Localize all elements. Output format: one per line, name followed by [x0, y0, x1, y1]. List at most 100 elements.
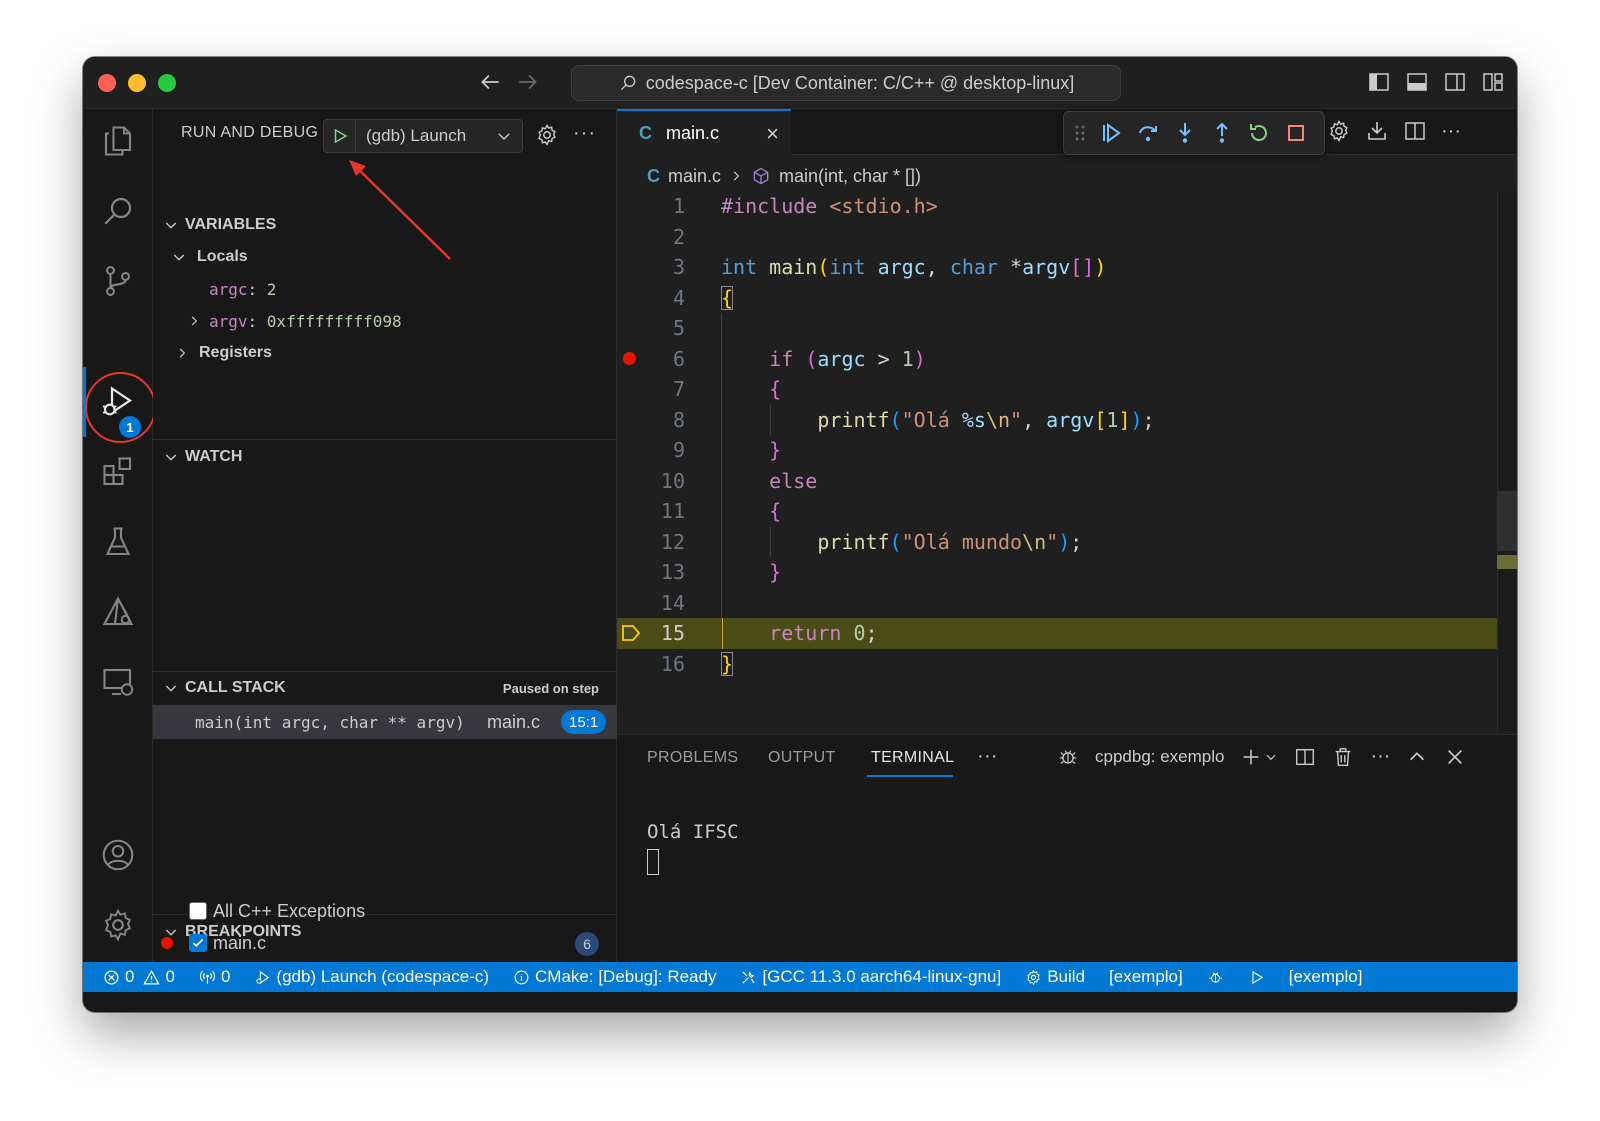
back-arrow-icon[interactable]	[477, 69, 503, 95]
split-terminal-icon[interactable]	[1294, 746, 1316, 768]
call-stack-section-header[interactable]: CALL STACK Paused on step	[153, 673, 617, 703]
breakpoint-dot-icon[interactable]	[623, 352, 636, 366]
breadcrumb-symbol[interactable]: main(int, char * [])	[779, 166, 921, 187]
drag-handle-icon[interactable]	[1074, 121, 1086, 145]
scrollbar-thumb[interactable]	[1497, 491, 1517, 551]
variable-value: 0xfffffffff098	[266, 311, 402, 331]
watch-header-label: WATCH	[185, 448, 243, 465]
stop-icon[interactable]	[1284, 121, 1308, 145]
accounts-button[interactable]	[83, 825, 153, 885]
editor-scrollbar[interactable]	[1497, 191, 1517, 731]
debug-toolbar	[1063, 111, 1325, 155]
launch-config-dropdown[interactable]: (gdb) Launch	[323, 119, 523, 153]
chevron-up-icon[interactable]	[1406, 746, 1428, 768]
status-bar: 0 0 0 (gdb) Launch (codespace-c) CMake: …	[83, 962, 1517, 992]
cmake-button[interactable]	[83, 582, 153, 642]
tab-output[interactable]: OUTPUT	[768, 749, 836, 767]
watch-section-header[interactable]: WATCH	[153, 442, 617, 472]
chevron-right-icon	[179, 348, 186, 358]
breakpoint-checkbox[interactable]	[189, 902, 207, 920]
cmake-kit-status[interactable]: [GCC 11.3.0 aarch64-linux-gnu]	[740, 967, 1001, 987]
tab-label: main.c	[666, 122, 720, 143]
breakpoint-main-c[interactable]: main.c 6	[161, 927, 617, 959]
chevron-right-icon	[733, 171, 740, 181]
minimize-window-button[interactable]	[128, 74, 146, 92]
code-line-breakpoint: 6 if (argc > 1)	[617, 344, 1497, 375]
explorer-button[interactable]	[83, 111, 153, 171]
start-debugging-button[interactable]	[324, 120, 356, 152]
toggle-panel-icon[interactable]	[1405, 70, 1429, 94]
step-over-icon[interactable]	[1136, 121, 1160, 145]
restart-icon[interactable]	[1247, 121, 1271, 145]
testing-button[interactable]	[83, 512, 153, 572]
panel-more-tabs[interactable]: ···	[977, 745, 998, 768]
variable-row-argc[interactable]: argc: 2	[153, 273, 617, 305]
breakpoint-all-cpp-exceptions[interactable]: All C++ Exceptions	[189, 895, 609, 927]
build-button[interactable]: Build	[1025, 967, 1085, 987]
activity-bar: 1	[83, 109, 156, 962]
continue-icon[interactable]	[1099, 121, 1123, 145]
zoom-window-button[interactable]	[158, 74, 176, 92]
new-terminal-plus-icon[interactable]	[1240, 746, 1262, 768]
indent-guide	[770, 405, 771, 435]
gear-icon[interactable]	[1327, 119, 1351, 143]
tab-main-c[interactable]: C main.c ×	[617, 109, 791, 155]
cmake-status[interactable]: CMake: [Debug]: Ready	[513, 967, 716, 987]
source-control-button[interactable]	[83, 251, 153, 311]
code-line: 11 {	[660, 499, 782, 524]
more-actions-button[interactable]: ···	[573, 122, 596, 145]
breakpoint-checkbox[interactable]	[189, 934, 207, 952]
ports-count: 0	[220, 967, 231, 986]
launch-target[interactable]: [exemplo]	[1289, 967, 1363, 987]
toggle-secondary-sidebar-icon[interactable]	[1443, 70, 1467, 94]
trash-icon[interactable]	[1332, 746, 1354, 768]
customize-layout-icon[interactable]	[1481, 70, 1505, 94]
split-editor-icon[interactable]	[1403, 119, 1427, 143]
close-tab-icon[interactable]: ×	[766, 121, 779, 147]
tab-problems[interactable]: PROBLEMS	[647, 749, 738, 767]
chevron-down-icon[interactable]	[1264, 746, 1278, 768]
memory-download-icon[interactable]	[1365, 119, 1389, 143]
debug-bug-icon	[1059, 749, 1077, 764]
search-button[interactable]	[83, 181, 153, 241]
variable-row-argv[interactable]: argv: 0xfffffffff098	[153, 305, 617, 337]
breadcrumb: C main.c main(int, char * [])	[647, 165, 921, 187]
problems-status[interactable]: 0 0	[103, 967, 175, 987]
ports-status[interactable]: 0	[199, 967, 230, 987]
registers-scope[interactable]: Registers	[153, 337, 617, 369]
breadcrumb-file[interactable]: main.c	[668, 166, 721, 187]
variables-section-header[interactable]: VARIABLES	[153, 210, 617, 240]
editor-group: C main.c × ··· C main.c main(int, char *…	[617, 109, 1517, 734]
command-center[interactable]: codespace-c [Dev Container: C/C++ @ desk…	[571, 65, 1121, 101]
code-line: 13 }	[660, 560, 782, 585]
toggle-primary-sidebar-icon[interactable]	[1367, 70, 1391, 94]
close-icon[interactable]	[1444, 746, 1466, 768]
stack-frame-row[interactable]: main(int argc, char ** argv) main.c 15:1	[153, 705, 617, 739]
code-line: 4{	[672, 285, 734, 310]
editor-more-actions[interactable]: ···	[1441, 120, 1461, 143]
cmake-debug-button[interactable]	[1207, 969, 1224, 986]
forward-arrow-icon[interactable]	[515, 69, 541, 95]
remote-explorer-button[interactable]	[83, 652, 153, 712]
code-editor[interactable]: 1 #include <stdio.h> 2 3 int main(int argc…	[617, 191, 1497, 679]
step-into-icon[interactable]	[1173, 121, 1197, 145]
close-window-button[interactable]	[98, 74, 116, 92]
debug-session-status[interactable]: (gdb) Launch (codespace-c)	[254, 967, 489, 987]
panel-more-actions[interactable]: ···	[1370, 745, 1390, 768]
locals-scope[interactable]: Locals	[153, 241, 617, 273]
files-icon	[104, 126, 132, 156]
cmake-run-button[interactable]	[1248, 969, 1265, 986]
build-target[interactable]: [exemplo]	[1109, 967, 1183, 987]
gear-icon	[104, 908, 132, 942]
extensions-button[interactable]	[83, 442, 153, 502]
code-line: 9 }	[672, 438, 782, 463]
step-out-icon[interactable]	[1210, 121, 1234, 145]
checkmark-icon	[192, 938, 204, 948]
tab-terminal[interactable]: TERMINAL	[871, 749, 954, 767]
gear-icon[interactable]	[535, 123, 559, 147]
call-stack-status: Paused on step	[502, 680, 599, 696]
manage-button[interactable]	[83, 895, 153, 955]
terminal-output[interactable]: Olá IFSC	[647, 821, 739, 843]
bottom-panel: PROBLEMS OUTPUT TERMINAL ··· cppdbg: exe…	[617, 734, 1517, 962]
terminal-name[interactable]: cppdbg: exemplo	[1095, 747, 1224, 767]
